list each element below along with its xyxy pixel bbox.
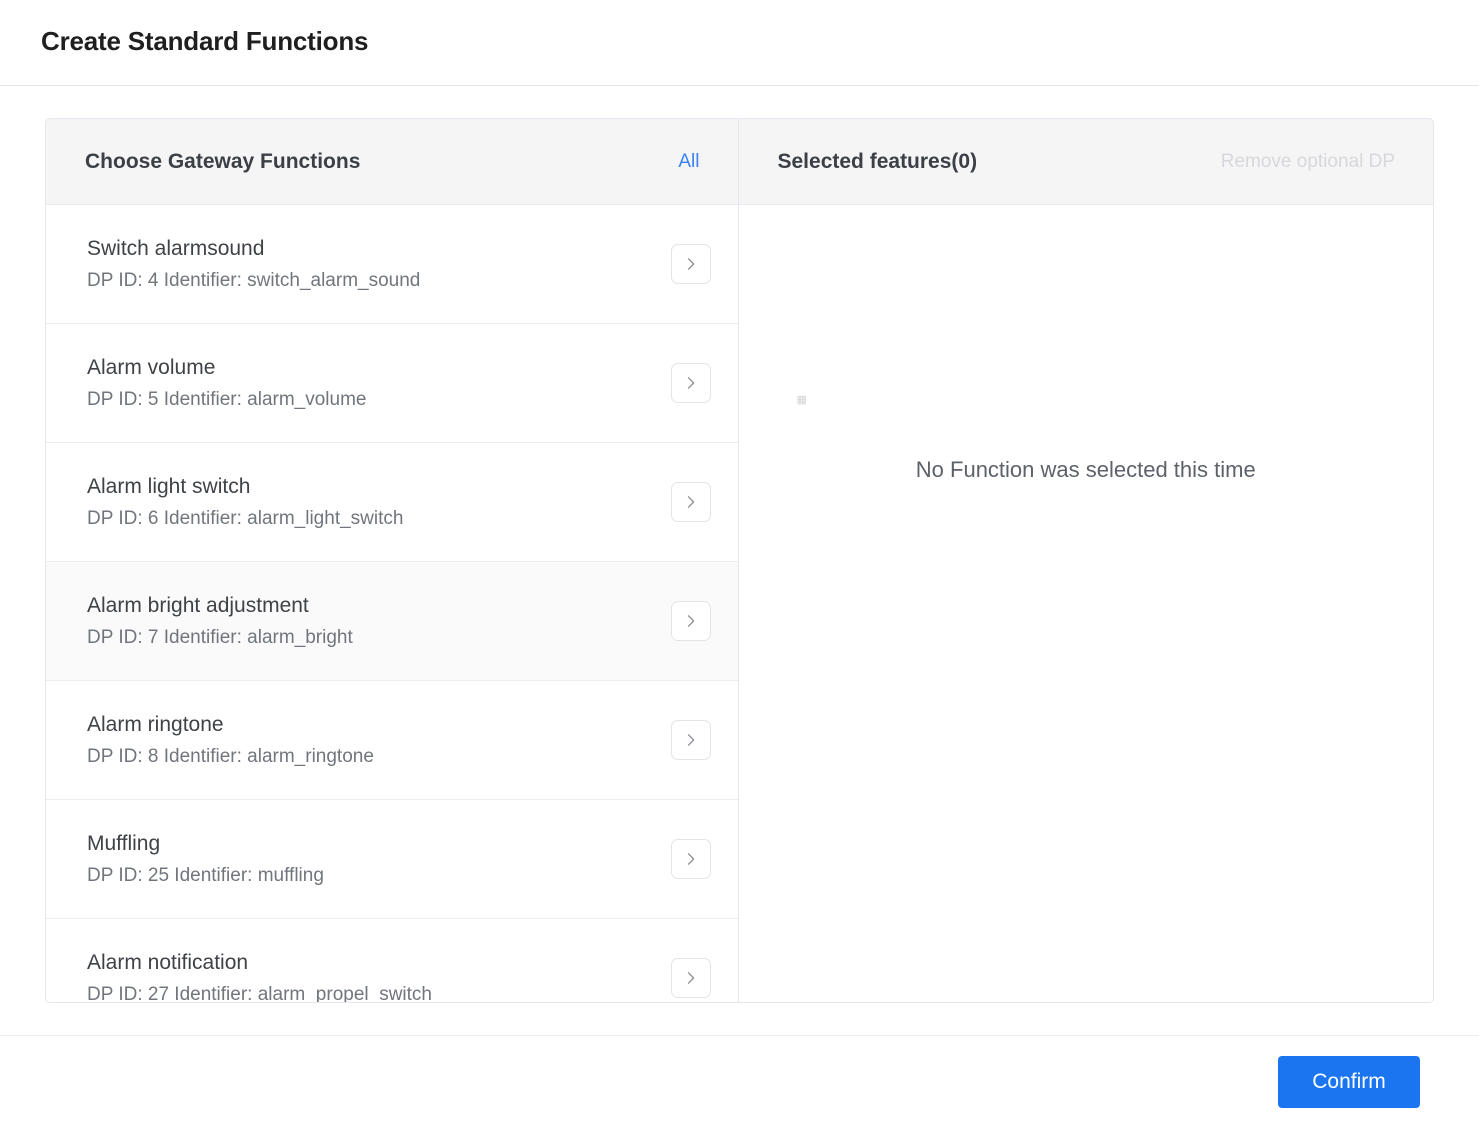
function-name: Alarm light switch [87, 474, 251, 498]
dialog-header: Create Standard Functions [0, 0, 1479, 86]
function-meta: DP ID: 6 Identifier: alarm_light_switch [87, 507, 404, 529]
list-item[interactable]: Alarm notification DP ID: 27 Identifier: … [46, 919, 738, 1002]
list-item-texts: Alarm bright adjustment DP ID: 7 Identifi… [87, 594, 353, 649]
empty-state-message: No Function was selected this time [915, 457, 1256, 482]
confirm-button[interactable]: Confirm [1278, 1056, 1420, 1108]
chevron-right-icon[interactable] [670, 363, 711, 403]
chevron-right-icon[interactable] [670, 720, 711, 760]
list-item[interactable]: Alarm ringtone DP ID: 8 Identifier: alarm… [46, 681, 738, 800]
choose-gateway-functions-panel: Choose Gateway Functions All Switch alar… [46, 119, 739, 1002]
list-item-texts: Alarm light switch DP ID: 6 Identifier: a… [87, 475, 403, 530]
chevron-right-icon[interactable] [670, 244, 711, 284]
dialog-body: Choose Gateway Functions All Switch alar… [0, 86, 1479, 1035]
function-name: Alarm bright adjustment [87, 593, 309, 617]
select-all-link[interactable]: All [678, 151, 699, 173]
function-name: Alarm volume [87, 355, 216, 379]
chevron-right-icon[interactable] [670, 482, 711, 522]
list-item-texts: Alarm notification DP ID: 27 Identifier: … [87, 951, 432, 1003]
left-panel-header: Choose Gateway Functions All [46, 119, 738, 205]
selected-features-panel: Selected features(0) Remove optional DP … [738, 119, 1433, 1002]
function-meta: DP ID: 4 Identifier: switch_alarm_sound [87, 269, 421, 291]
dialog-footer: Confirm [0, 1035, 1479, 1125]
list-item-texts: Alarm ringtone DP ID: 8 Identifier: alarm… [87, 713, 374, 768]
create-standard-functions-dialog: Create Standard Functions Choose Gateway… [0, 0, 1479, 1125]
function-name: Switch alarmsound [87, 236, 265, 260]
function-name: Alarm notification [87, 950, 249, 974]
list-item-texts: Muffling DP ID: 25 Identifier: muffling [87, 832, 324, 887]
function-meta: DP ID: 8 Identifier: alarm_ringtone [87, 745, 374, 767]
list-item-texts: Switch alarmsound DP ID: 4 Identifier: sw… [87, 237, 420, 292]
page-title: Create Standard Functions [41, 26, 369, 56]
selected-features-title: Selected features(0) [777, 149, 978, 173]
chevron-right-icon[interactable] [670, 601, 711, 641]
function-meta: DP ID: 25 Identifier: muffling [87, 864, 324, 886]
list-item[interactable]: Alarm volume DP ID: 5 Identifier: alarm_v… [46, 324, 738, 443]
function-meta: DP ID: 7 Identifier: alarm_bright [87, 626, 353, 648]
left-panel-title: Choose Gateway Functions [85, 149, 361, 173]
right-panel-header: Selected features(0) Remove optional DP [738, 119, 1433, 205]
broken-image-icon: ▦ [796, 395, 807, 406]
function-name: Alarm ringtone [87, 712, 224, 736]
list-item[interactable]: Muffling DP ID: 25 Identifier: muffling [46, 800, 738, 919]
selected-features-body: ▦ No Function was selected this time [738, 205, 1433, 1002]
transfer-panel: Choose Gateway Functions All Switch alar… [45, 118, 1434, 1003]
list-item[interactable]: Alarm light switch DP ID: 6 Identifier: a… [46, 443, 738, 562]
chevron-right-icon[interactable] [670, 839, 711, 879]
function-meta: DP ID: 27 Identifier: alarm_propel_switc… [87, 983, 432, 1002]
function-meta: DP ID: 5 Identifier: alarm_volume [87, 388, 367, 410]
list-item[interactable]: Switch alarmsound DP ID: 4 Identifier: sw… [46, 205, 738, 324]
function-name: Muffling [87, 831, 161, 855]
gateway-functions-list[interactable]: Switch alarmsound DP ID: 4 Identifier: sw… [46, 205, 738, 1002]
chevron-right-icon[interactable] [670, 958, 711, 998]
list-item-texts: Alarm volume DP ID: 5 Identifier: alarm_v… [87, 356, 367, 411]
remove-optional-dp-button[interactable]: Remove optional DP [1221, 151, 1395, 173]
list-item[interactable]: Alarm bright adjustment DP ID: 7 Identifi… [46, 562, 738, 681]
